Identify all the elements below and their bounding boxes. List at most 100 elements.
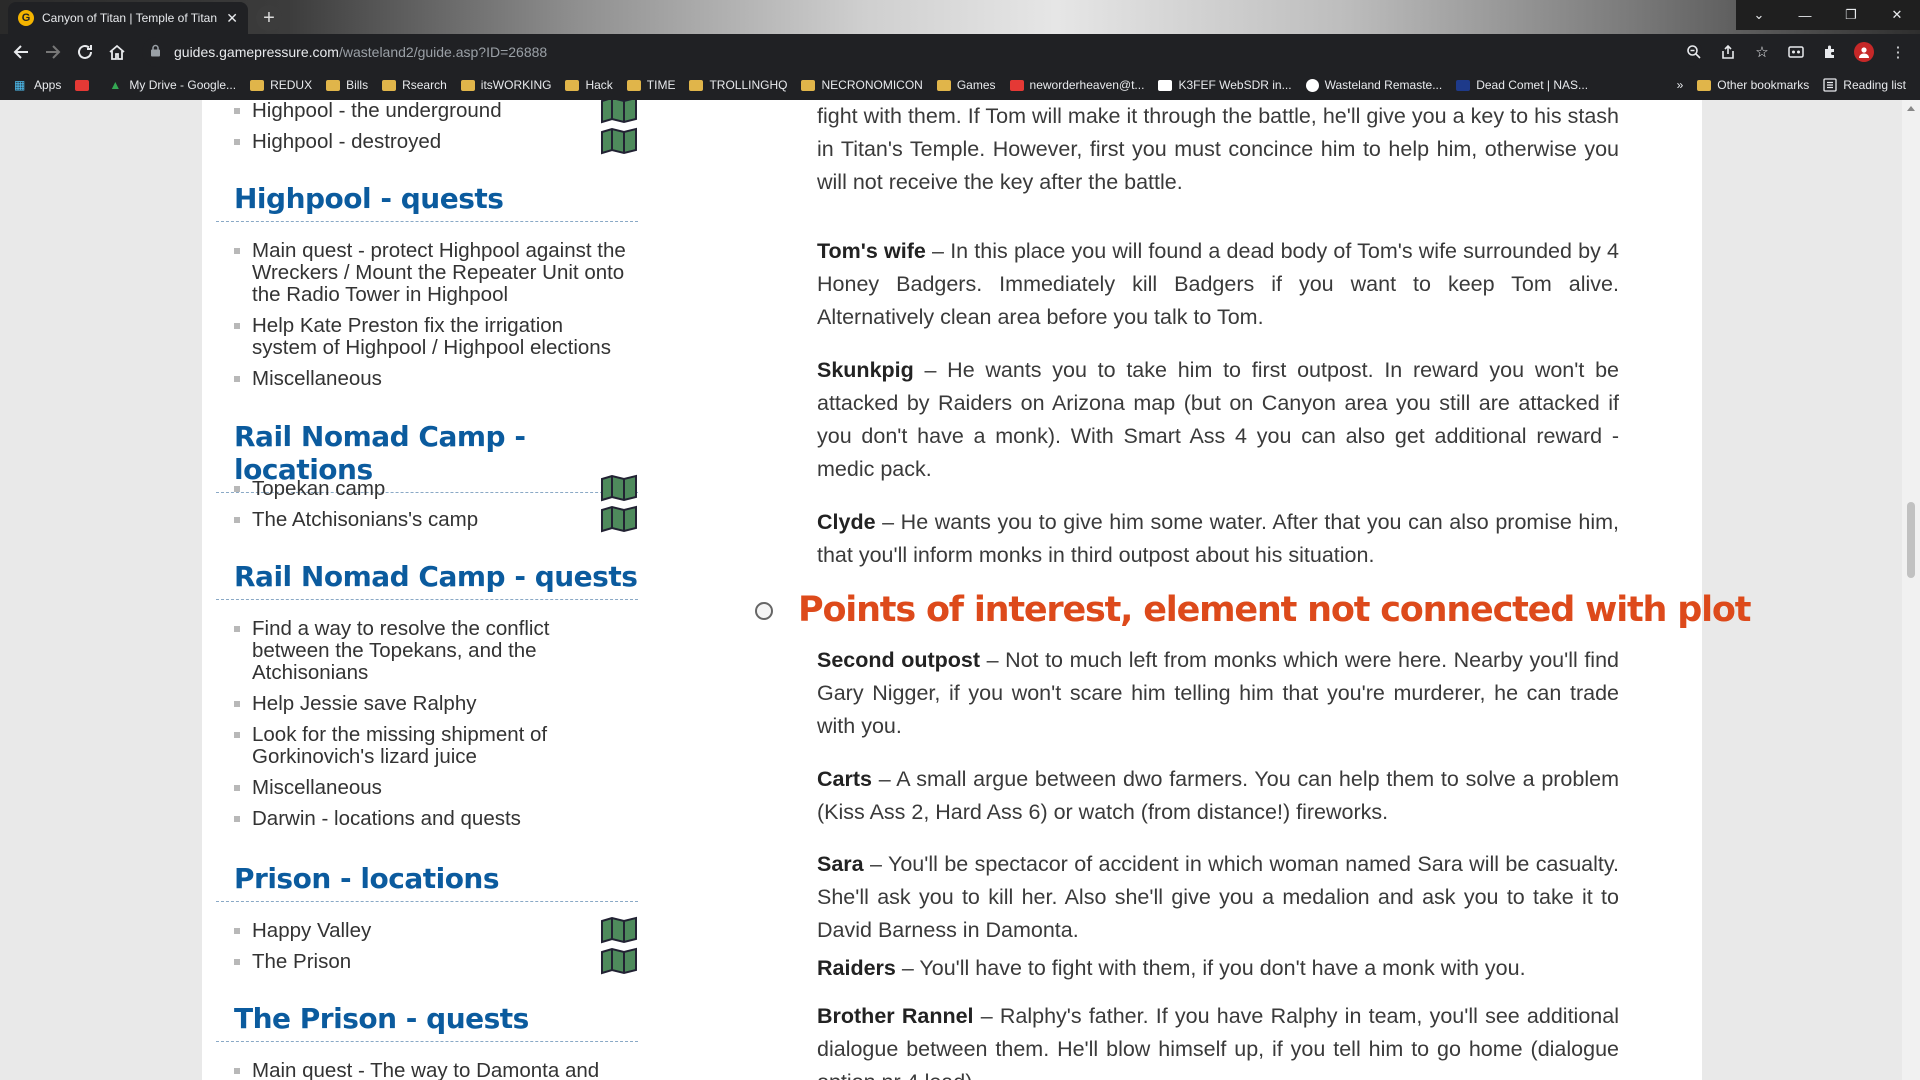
- sidebar-list-highpool-locations: Highpool - the underground Highpool - de…: [230, 100, 637, 162]
- bookmark-folder-rsearch[interactable]: Rsearch: [382, 78, 447, 92]
- sidebar-heading-rail-nomad-quests[interactable]: Rail Nomad Camp - quests: [216, 560, 638, 600]
- article-entry-brother-rannel: Brother Rannel – Ralphy's father. If you…: [817, 1004, 1619, 1080]
- folder-icon: [250, 79, 265, 91]
- sidebar-item-rail-nomad-miscellaneous[interactable]: Miscellaneous: [230, 777, 630, 799]
- menu-kebab-icon[interactable]: ⋮: [1888, 42, 1908, 62]
- article-entry-toms-wife: Tom's wife – In this place you will foun…: [817, 239, 1619, 329]
- folder-icon: [1697, 79, 1712, 91]
- tab-title: Canyon of Titan | Temple of Titan: [42, 11, 217, 25]
- sidebar-item-atchisonians-camp[interactable]: The Atchisonians's camp: [230, 505, 637, 533]
- sidebar-item-darwin[interactable]: Darwin - locations and quests: [230, 808, 630, 830]
- page-scrollbar[interactable]: [1902, 100, 1920, 1080]
- map-icon[interactable]: [600, 505, 638, 533]
- sidebar-item-topekan-camp[interactable]: Topekan camp: [230, 474, 637, 502]
- sidebar-list-prison-locations: Happy Valley The Prison: [230, 916, 637, 982]
- sidebar-heading-highpool-quests[interactable]: Highpool - quests: [216, 182, 638, 222]
- bookmark-youtube[interactable]: [75, 79, 95, 91]
- sidebar-list-highpool-quests: Main quest - protect Highpool against th…: [230, 240, 630, 399]
- extension-icon[interactable]: [1786, 42, 1806, 62]
- browser-toolbar: guides.gamepressure.com/wasteland2/guide…: [0, 34, 1920, 70]
- nasa-icon: [1456, 79, 1471, 91]
- sidebar-item-the-prison[interactable]: The Prison: [230, 947, 637, 975]
- scroll-up-arrow-icon[interactable]: [1907, 106, 1915, 111]
- gamepressure-favicon-icon: G: [18, 10, 34, 26]
- section-bullet-circle-icon: [755, 602, 773, 620]
- sidebar-item-happy-valley[interactable]: Happy Valley: [230, 916, 637, 944]
- youtube-icon: [75, 79, 90, 91]
- folder-icon: [326, 79, 341, 91]
- sidebar-heading-prison-quests[interactable]: The Prison - quests: [216, 1002, 638, 1042]
- bookmark-apps[interactable]: ▦ Apps: [14, 78, 61, 92]
- sidebar-item-highpool-miscellaneous[interactable]: Miscellaneous: [230, 368, 630, 390]
- browser-tab-active[interactable]: G Canyon of Titan | Temple of Titan ✕: [8, 2, 248, 34]
- share-icon[interactable]: [1718, 42, 1738, 62]
- map-icon[interactable]: [600, 916, 638, 944]
- article-entry-clyde: Clyde – He wants you to give him some wa…: [817, 510, 1619, 567]
- bookmark-dead-comet[interactable]: Dead Comet | NAS...: [1456, 78, 1588, 92]
- restore-button[interactable]: ❐: [1828, 0, 1874, 30]
- back-arrow-icon[interactable]: [10, 41, 32, 63]
- bookmark-folder-time[interactable]: TIME: [626, 78, 675, 92]
- sidebar-item-main-quest-highpool[interactable]: Main quest - protect Highpool against th…: [230, 240, 630, 306]
- home-icon[interactable]: [106, 41, 128, 63]
- folder-icon: [626, 79, 641, 91]
- zoom-icon[interactable]: [1684, 42, 1704, 62]
- bookmark-folder-itsworking[interactable]: itsWORKING: [460, 78, 551, 92]
- address-bar[interactable]: guides.gamepressure.com/wasteland2/guide…: [142, 37, 1702, 67]
- bookmarks-bar-right: » Other bookmarks Reading list: [1677, 70, 1906, 100]
- mail-icon: [1009, 79, 1024, 91]
- sidebar-item-highpool-underground[interactable]: Highpool - the underground: [230, 100, 637, 124]
- sidebar-heading-prison-locations[interactable]: Prison - locations: [216, 862, 638, 902]
- bookmark-folder-bills[interactable]: Bills: [326, 78, 368, 92]
- forward-arrow-icon[interactable]: [42, 41, 64, 63]
- sidebar-item-resolve-conflict[interactable]: Find a way to resolve the conflict betwe…: [230, 618, 630, 684]
- steam-icon: [1305, 78, 1319, 92]
- bookmark-folder-hack[interactable]: Hack: [565, 78, 613, 92]
- article-entry-second-outpost: Second outpost – Not to much left from m…: [817, 648, 1619, 738]
- other-bookmarks[interactable]: Other bookmarks: [1697, 78, 1809, 92]
- article-paragraph-tom: surrounded by four Honey Badgers, which …: [817, 104, 1619, 194]
- minimize-button[interactable]: —: [1782, 0, 1828, 30]
- entry-name: Carts: [817, 767, 872, 791]
- entry-name: Raiders: [817, 956, 896, 980]
- map-icon[interactable]: [600, 947, 638, 975]
- window-controls: ⌄ — ❐ ✕: [1736, 0, 1920, 30]
- bookmark-my-drive[interactable]: ▲ My Drive - Google...: [109, 78, 236, 92]
- tab-strip: G Canyon of Titan | Temple of Titan ✕ + …: [0, 0, 1920, 34]
- bookmark-folder-necronomicon[interactable]: NECRONOMICON: [801, 78, 923, 92]
- reading-list[interactable]: Reading list: [1823, 78, 1906, 92]
- bookmark-websdr[interactable]: K3FEF WebSDR in...: [1158, 78, 1292, 92]
- grid-icon: ▦: [14, 78, 26, 92]
- profile-avatar-icon[interactable]: [1854, 42, 1874, 62]
- map-icon[interactable]: [600, 127, 638, 155]
- puzzle-extensions-icon[interactable]: [1820, 42, 1840, 62]
- new-tab-button[interactable]: +: [256, 5, 282, 31]
- bookmark-folder-redux[interactable]: REDUX: [250, 78, 312, 92]
- tab-close-icon[interactable]: ✕: [226, 10, 238, 27]
- map-icon[interactable]: [600, 100, 638, 124]
- close-window-button[interactable]: ✕: [1874, 0, 1920, 30]
- bookmarks-overflow-chevron[interactable]: »: [1677, 78, 1684, 92]
- entry-name: Skunkpig: [817, 358, 914, 382]
- scrollbar-thumb[interactable]: [1907, 502, 1915, 578]
- sidebar-item-way-to-damonta[interactable]: Main quest - The way to Damonta and: [230, 1060, 630, 1080]
- folder-icon: [382, 79, 397, 91]
- tab-search-icon[interactable]: ⌄: [1736, 0, 1782, 30]
- sidebar-item-help-jessie[interactable]: Help Jessie save Ralphy: [230, 693, 630, 715]
- guide-article: surrounded by four Honey Badgers, which …: [652, 100, 1751, 1080]
- lock-icon[interactable]: [150, 44, 164, 60]
- bookmark-folder-trollinghq[interactable]: TROLLINGHQ: [689, 78, 787, 92]
- reload-icon[interactable]: [74, 41, 96, 63]
- bookmark-star-icon[interactable]: ☆: [1752, 42, 1772, 62]
- folder-icon: [689, 79, 704, 91]
- folder-icon: [936, 79, 951, 91]
- sidebar-item-lizard-juice[interactable]: Look for the missing shipment of Gorkino…: [230, 724, 630, 768]
- bookmark-mail[interactable]: neworderheaven@t...: [1009, 78, 1144, 92]
- sidebar-item-highpool-destroyed[interactable]: Highpool - destroyed: [230, 127, 637, 155]
- entry-name: Sara: [817, 852, 864, 876]
- sidebar-item-kate-preston-irrigation[interactable]: Help Kate Preston fix the irrigation sys…: [230, 315, 630, 359]
- url-host: guides.gamepressure.com: [174, 44, 339, 60]
- bookmark-folder-games[interactable]: Games: [936, 78, 996, 92]
- bookmark-wasteland-remastered[interactable]: Wasteland Remaste...: [1305, 78, 1442, 92]
- map-icon[interactable]: [600, 474, 638, 502]
